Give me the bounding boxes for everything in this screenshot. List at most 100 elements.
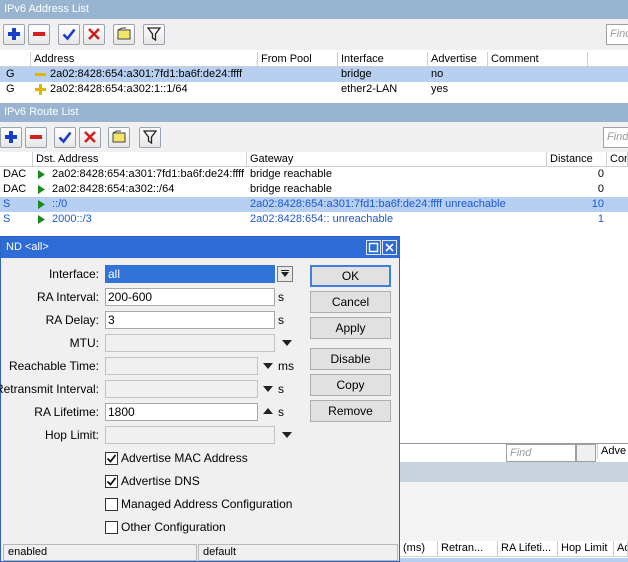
table-row[interactable]: G 2a02:8428:654:a302:1::1/64 ether2-LAN … bbox=[0, 82, 628, 97]
route-find-input[interactable]: Find bbox=[603, 127, 628, 148]
ra-lifetime-input[interactable]: 1800 bbox=[105, 403, 258, 421]
enable-button[interactable] bbox=[54, 127, 76, 148]
remove-button[interactable] bbox=[25, 127, 47, 148]
disable-button[interactable]: Disable bbox=[310, 348, 391, 370]
add-button[interactable] bbox=[3, 24, 25, 45]
mtu-dropdown-icon[interactable] bbox=[282, 340, 292, 346]
apply-button[interactable]: Apply bbox=[310, 317, 391, 339]
route-list-title: IPv6 Route List bbox=[0, 103, 628, 122]
filter-button[interactable] bbox=[139, 127, 161, 148]
column-comment[interactable]: Comment bbox=[488, 52, 588, 67]
reachable-time-dropdown-icon[interactable] bbox=[263, 363, 273, 369]
mtu-input[interactable] bbox=[105, 334, 275, 352]
ra-lifetime-collapse-icon[interactable] bbox=[263, 408, 273, 414]
enable-button[interactable] bbox=[58, 24, 80, 45]
check-icon bbox=[58, 131, 72, 144]
minus-icon bbox=[33, 32, 45, 36]
nd-dialog: ND <all> Interface: all RA Interval: 200… bbox=[0, 236, 400, 562]
plus-icon bbox=[5, 131, 17, 143]
other-configuration-checkbox[interactable] bbox=[105, 521, 118, 534]
play-icon bbox=[38, 170, 45, 182]
reachable-time-input[interactable] bbox=[105, 357, 258, 375]
add-button[interactable] bbox=[0, 127, 22, 148]
column-comment[interactable]: Com bbox=[607, 152, 628, 167]
ra-lifetime-unit: s bbox=[278, 405, 284, 419]
mtu-label: MTU: bbox=[69, 336, 99, 350]
table-row[interactable]: S ::/0 2a02:8428:654:a301:7fd1:ba6f:de24… bbox=[0, 197, 628, 212]
close-icon bbox=[385, 243, 394, 252]
disable-button[interactable] bbox=[79, 127, 101, 148]
hop-limit-input[interactable] bbox=[105, 426, 275, 444]
column-distance[interactable]: Distance bbox=[547, 152, 607, 167]
managed-address-checkbox[interactable] bbox=[105, 498, 118, 511]
retransmit-interval-input[interactable] bbox=[105, 380, 258, 398]
retransmit-interval-label: Retransmit Interval: bbox=[0, 382, 99, 396]
filter-button[interactable] bbox=[143, 24, 165, 45]
hop-limit-dropdown-icon[interactable] bbox=[282, 432, 292, 438]
plus-icon bbox=[8, 28, 20, 40]
reachable-time-unit: ms bbox=[278, 359, 294, 373]
retransmit-interval-dropdown-icon[interactable] bbox=[263, 386, 273, 392]
column-gateway[interactable]: Gateway bbox=[247, 152, 547, 167]
dialog-title: ND <all> bbox=[1, 237, 399, 258]
maximize-icon bbox=[368, 242, 379, 253]
address-list-title: IPv6 Address List bbox=[0, 0, 628, 19]
managed-address-label: Managed Address Configuration bbox=[121, 497, 293, 511]
chevron-down-icon bbox=[281, 270, 289, 277]
ra-interval-input[interactable]: 200-600 bbox=[105, 288, 275, 306]
interface-select[interactable]: all bbox=[105, 265, 275, 283]
retransmit-interval-unit: s bbox=[278, 382, 284, 396]
address-list-toolbar: Find bbox=[0, 19, 628, 50]
cancel-button[interactable]: Cancel bbox=[310, 291, 391, 313]
column-from-pool[interactable]: From Pool bbox=[258, 52, 338, 67]
comment-button[interactable] bbox=[113, 24, 135, 45]
cross-icon bbox=[88, 28, 100, 40]
play-icon bbox=[38, 200, 45, 212]
ok-button[interactable]: OK bbox=[310, 265, 391, 287]
advertise-mac-checkbox[interactable] bbox=[105, 452, 118, 465]
table-row[interactable]: G 2a02:8428:654:a301:7fd1:ba6f:de24:ffff… bbox=[0, 67, 628, 82]
interface-label: Interface: bbox=[48, 267, 99, 281]
advertise-dns-checkbox[interactable] bbox=[105, 475, 118, 488]
status-default: default bbox=[198, 544, 398, 561]
remove-button[interactable]: Remove bbox=[310, 400, 391, 422]
filter-icon bbox=[147, 27, 161, 41]
filter-icon bbox=[143, 130, 157, 144]
copy-button[interactable]: Copy bbox=[310, 374, 391, 396]
maximize-button[interactable] bbox=[366, 240, 381, 255]
ra-interval-label: RA Interval: bbox=[36, 290, 99, 304]
table-row[interactable]: DAC 2a02:8428:654:a301:7fd1:ba6f:de24:ff… bbox=[0, 167, 628, 182]
advertise-dns-label: Advertise DNS bbox=[121, 474, 200, 488]
status-enabled: enabled bbox=[3, 544, 197, 561]
cross-icon bbox=[84, 131, 96, 143]
address-find-input[interactable]: Find bbox=[606, 24, 628, 45]
disable-button[interactable] bbox=[83, 24, 105, 45]
address-icon bbox=[35, 84, 46, 95]
comment-button[interactable] bbox=[108, 127, 130, 148]
background-find-input[interactable]: Find bbox=[506, 444, 576, 462]
table-row[interactable]: DAC 2a02:8428:654:a302::/64 bridge reach… bbox=[0, 182, 628, 197]
play-icon bbox=[38, 215, 45, 227]
background-table-header: (ms) Retran... RA Lifeti... Hop Limit Ad bbox=[400, 541, 628, 557]
ra-delay-input[interactable]: 3 bbox=[105, 311, 275, 329]
note-icon bbox=[112, 130, 126, 143]
advertise-mac-label: Advertise MAC Address bbox=[121, 451, 248, 465]
background-window: Find Adve (ms) Retran... RA Lifeti... Ho… bbox=[400, 425, 628, 562]
column-dst-address[interactable]: Dst. Address bbox=[33, 152, 247, 167]
minus-icon bbox=[30, 135, 42, 139]
close-button[interactable] bbox=[382, 240, 397, 255]
reachable-time-label: Reachable Time: bbox=[8, 359, 99, 373]
column-interface[interactable]: Interface bbox=[338, 52, 428, 67]
remove-button[interactable] bbox=[28, 24, 50, 45]
column-advertise-partial: Adve bbox=[597, 444, 628, 459]
column-address[interactable]: Address bbox=[31, 52, 258, 67]
column-advertise[interactable]: Advertise bbox=[428, 52, 488, 67]
route-list-toolbar: Find bbox=[0, 122, 628, 153]
checkmark-icon bbox=[106, 477, 117, 486]
interface-dropdown-button[interactable] bbox=[277, 266, 293, 282]
play-icon bbox=[38, 185, 45, 197]
route-table-header: Dst. Address Gateway Distance Com bbox=[0, 152, 628, 167]
check-icon bbox=[62, 28, 76, 41]
other-configuration-label: Other Configuration bbox=[121, 520, 226, 534]
table-row[interactable]: S 2000::/3 2a02:8428:654:: unreachable 1 bbox=[0, 212, 628, 227]
